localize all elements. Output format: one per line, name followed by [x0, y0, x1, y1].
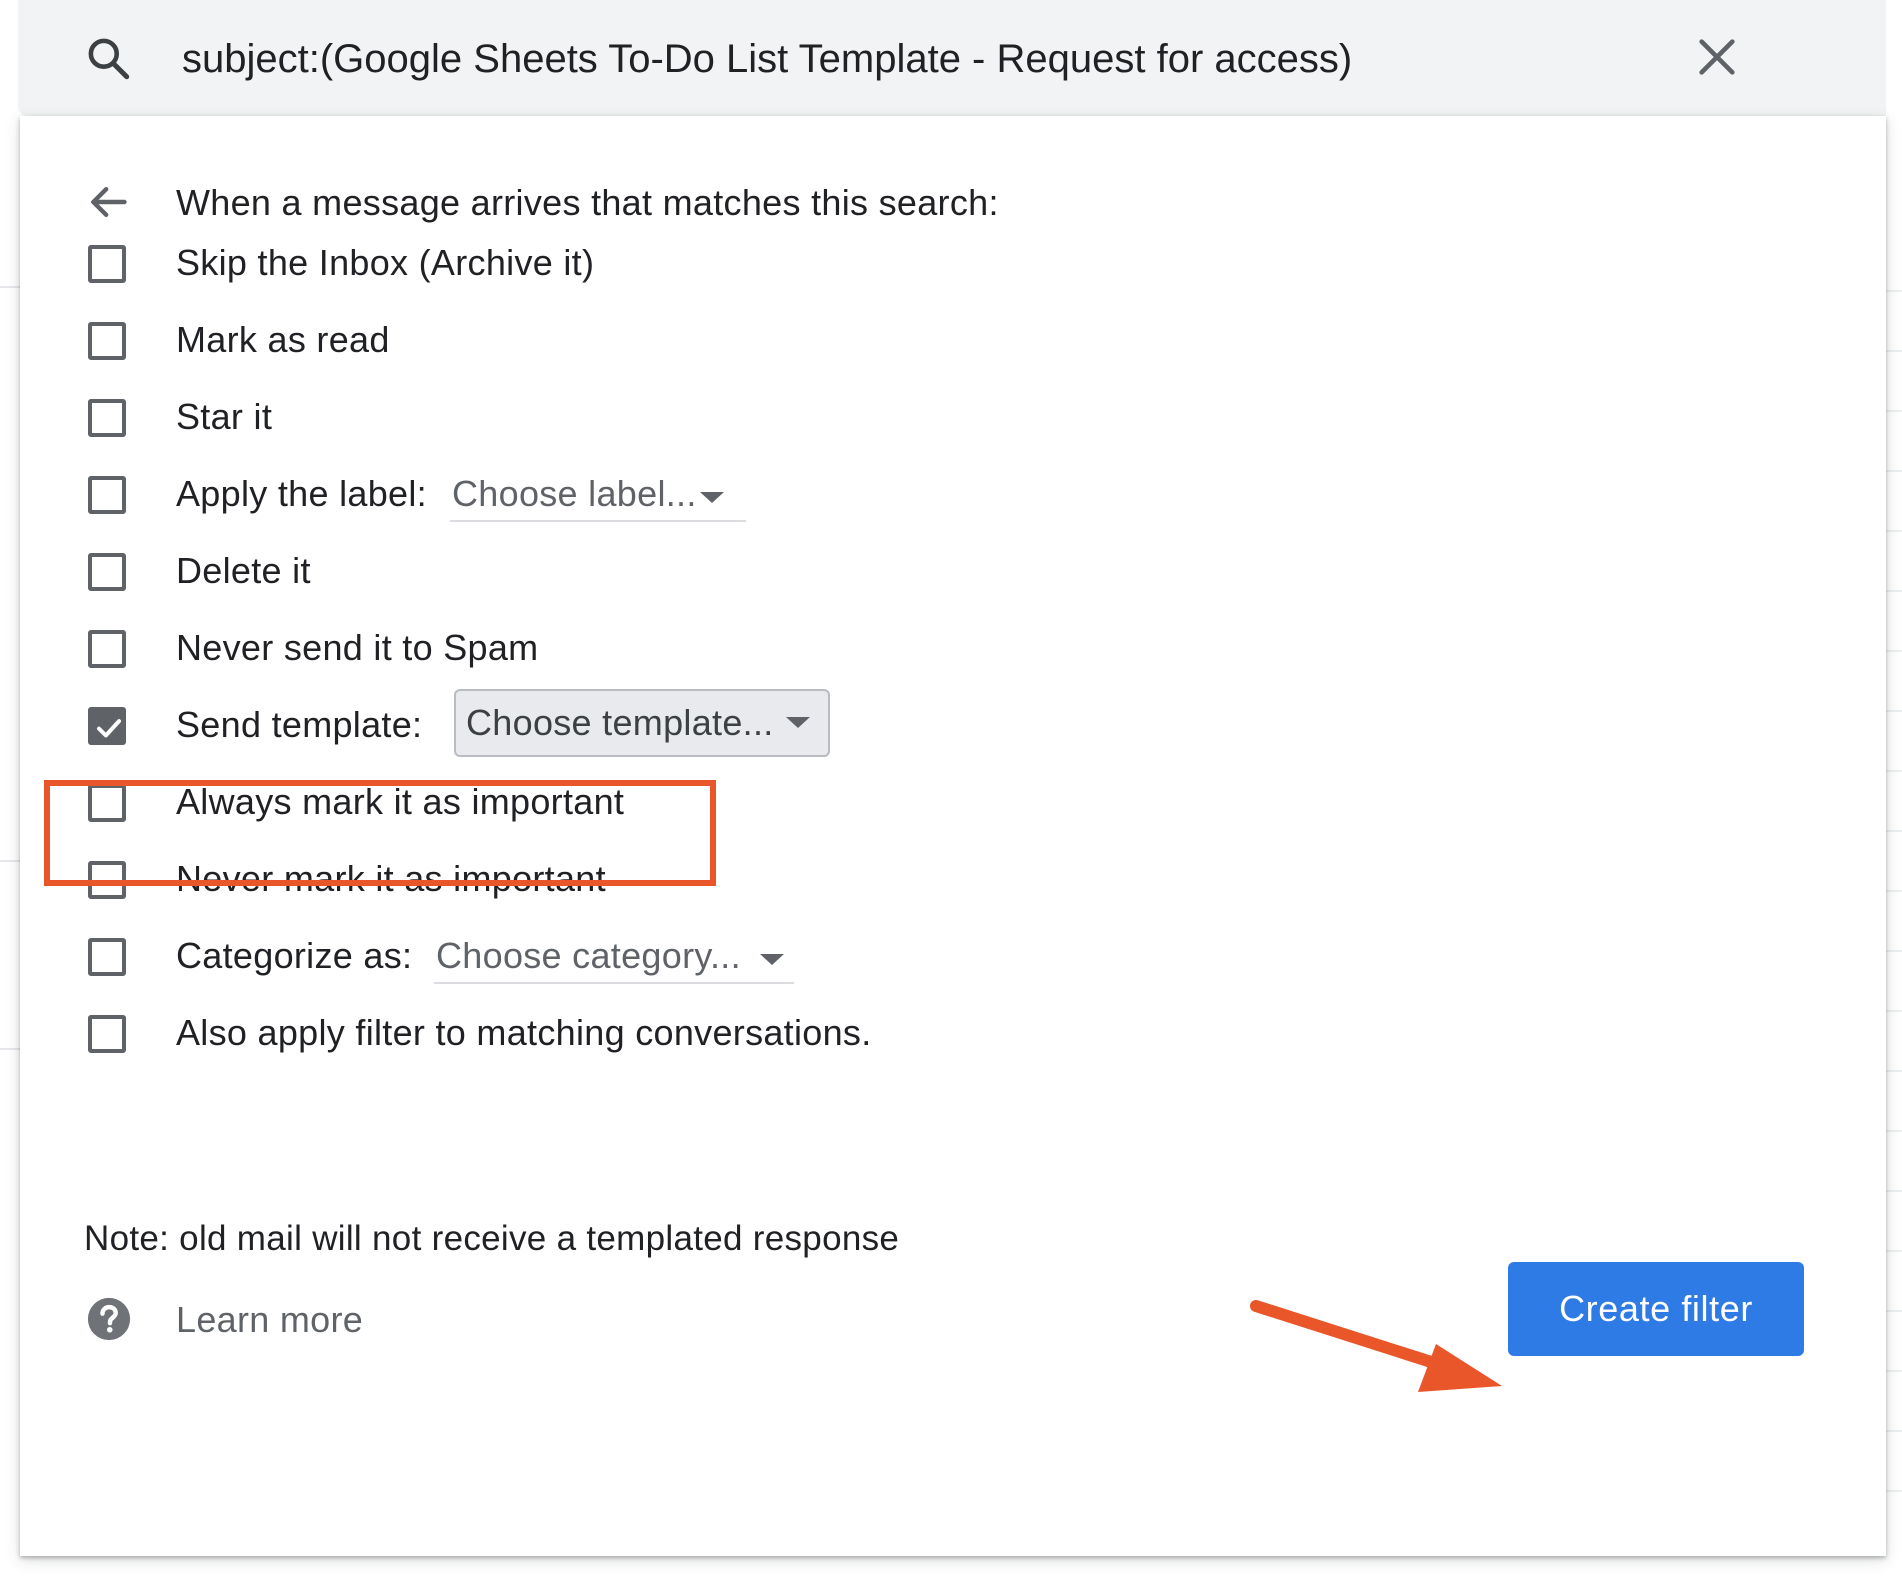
- background-row-divider: [1885, 1430, 1902, 1432]
- search-bar[interactable]: subject:(Google Sheets To-Do List Templa…: [18, 0, 1886, 116]
- option-delete: Delete it: [20, 539, 1886, 609]
- send-template-label[interactable]: Send template:: [176, 703, 422, 747]
- background-divider: [0, 286, 20, 288]
- choose-label-select[interactable]: Choose label...: [450, 466, 746, 522]
- templated-response-note: Note: old mail will not receive a templa…: [84, 1219, 900, 1258]
- apply-label-checkbox[interactable]: [88, 476, 126, 514]
- choose-template-value: Choose template...: [466, 702, 774, 743]
- background-row-divider: [1885, 1310, 1902, 1312]
- option-apply-label: Apply the label: Choose label...: [20, 462, 1886, 532]
- background-row-divider: [1885, 1190, 1902, 1192]
- background-divider: [0, 860, 20, 862]
- background-row-divider: [1885, 350, 1902, 352]
- background-row-divider: [1885, 410, 1902, 412]
- gmail-filter-screen: subject:(Google Sheets To-Do List Templa…: [0, 0, 1902, 1576]
- background-row-divider: [1885, 950, 1902, 952]
- chevron-down-icon: [786, 717, 810, 728]
- checkmark-icon: [97, 719, 121, 738]
- skip-inbox-label[interactable]: Skip the Inbox (Archive it): [176, 241, 594, 285]
- background-row-divider: [1885, 890, 1902, 892]
- categorize-checkbox[interactable]: [88, 938, 126, 976]
- star-checkbox[interactable]: [88, 399, 126, 437]
- background-row-divider: [1885, 770, 1902, 772]
- option-never-important: Never mark it as important: [20, 847, 1886, 917]
- background-row-divider: [1885, 650, 1902, 652]
- search-icon[interactable]: [84, 34, 134, 84]
- option-never-spam: Never send it to Spam: [20, 616, 1886, 686]
- skip-inbox-checkbox[interactable]: [88, 245, 126, 283]
- background-row-divider: [1885, 1070, 1902, 1072]
- categorize-label[interactable]: Categorize as:: [176, 934, 412, 978]
- create-filter-button[interactable]: Create filter: [1508, 1262, 1804, 1356]
- close-icon[interactable]: [1694, 34, 1740, 80]
- also-apply-label[interactable]: Also apply filter to matching conversati…: [176, 1011, 872, 1055]
- delete-checkbox[interactable]: [88, 553, 126, 591]
- also-apply-checkbox[interactable]: [88, 1015, 126, 1053]
- never-important-label[interactable]: Never mark it as important: [176, 857, 606, 901]
- background-row-divider: [1885, 1010, 1902, 1012]
- option-always-important: Always mark it as important: [20, 770, 1886, 840]
- background-row-divider: [1885, 1130, 1902, 1132]
- background-row-divider: [1885, 710, 1902, 712]
- background-row-divider: [1885, 1250, 1902, 1252]
- help-circle-icon[interactable]: [86, 1296, 132, 1342]
- always-important-label[interactable]: Always mark it as important: [176, 780, 624, 824]
- send-template-checkbox[interactable]: [88, 707, 126, 745]
- learn-more-link[interactable]: Learn more: [176, 1298, 363, 1342]
- never-important-checkbox[interactable]: [88, 861, 126, 899]
- option-mark-read: Mark as read: [20, 308, 1886, 378]
- filter-actions-panel: When a message arrives that matches this…: [20, 116, 1886, 1556]
- background-row-divider: [1885, 830, 1902, 832]
- arrow-left-icon[interactable]: [86, 180, 130, 224]
- option-star: Star it: [20, 385, 1886, 455]
- mark-read-label[interactable]: Mark as read: [176, 318, 390, 362]
- never-spam-checkbox[interactable]: [88, 630, 126, 668]
- chevron-down-icon: [700, 492, 724, 503]
- background-divider: [0, 1048, 20, 1050]
- background-row-divider: [1885, 1490, 1902, 1492]
- background-row-divider: [1885, 290, 1902, 292]
- choose-category-select[interactable]: Choose category...: [434, 928, 794, 984]
- background-row-divider: [1885, 590, 1902, 592]
- mark-read-checkbox[interactable]: [88, 322, 126, 360]
- delete-label[interactable]: Delete it: [176, 549, 311, 593]
- choose-template-select[interactable]: Choose template...: [454, 689, 830, 757]
- apply-label-label[interactable]: Apply the label:: [176, 472, 427, 516]
- option-categorize: Categorize as: Choose category...: [20, 924, 1886, 994]
- background-row-divider: [1885, 1370, 1902, 1372]
- chevron-down-icon: [760, 954, 784, 965]
- never-spam-label[interactable]: Never send it to Spam: [176, 626, 538, 670]
- choose-label-value: Choose label...: [452, 473, 697, 514]
- annotation-arrow-icon: [1250, 1300, 1502, 1392]
- option-also-apply: Also apply filter to matching conversati…: [20, 1001, 1886, 1071]
- background-row-divider: [1885, 470, 1902, 472]
- choose-category-value: Choose category...: [436, 935, 741, 976]
- option-send-template: Send template: Choose template...: [20, 689, 1886, 763]
- panel-header-text: When a message arrives that matches this…: [176, 182, 999, 223]
- star-label[interactable]: Star it: [176, 395, 272, 439]
- background-row-divider: [1885, 530, 1902, 532]
- search-query-text[interactable]: subject:(Google Sheets To-Do List Templa…: [182, 34, 1352, 84]
- background-message-list-edge: [1885, 0, 1902, 1576]
- always-important-checkbox[interactable]: [88, 784, 126, 822]
- option-skip-inbox: Skip the Inbox (Archive it): [20, 231, 1886, 301]
